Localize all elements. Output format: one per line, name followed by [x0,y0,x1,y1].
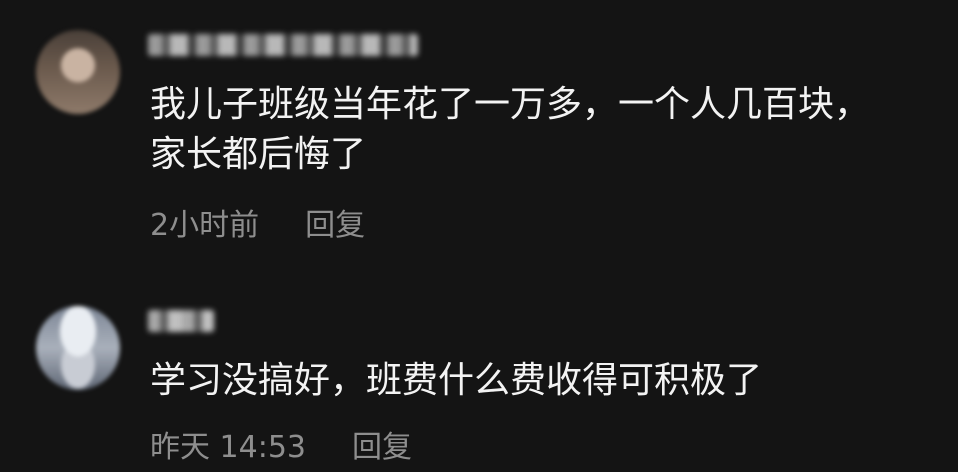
comment-meta: 2小时前 回复 [150,200,365,244]
comment-text: 我儿子班级当年花了一万多，一个人几百块， 家长都后悔了 [150,84,871,175]
comment-text: 学习没搞好，班费什么费收得可积极了 [150,360,763,401]
avatar[interactable] [36,30,120,114]
username-blurred[interactable] [148,310,214,332]
username-blurred[interactable] [148,34,418,56]
reply-button[interactable]: 回复 [305,200,365,244]
avatar[interactable] [36,306,120,390]
reply-button[interactable]: 回复 [352,422,412,466]
comment-meta: 昨天 14:53 回复 [150,422,412,466]
comment-timestamp: 昨天 14:53 [150,430,306,465]
comment-timestamp: 2小时前 [150,208,260,243]
